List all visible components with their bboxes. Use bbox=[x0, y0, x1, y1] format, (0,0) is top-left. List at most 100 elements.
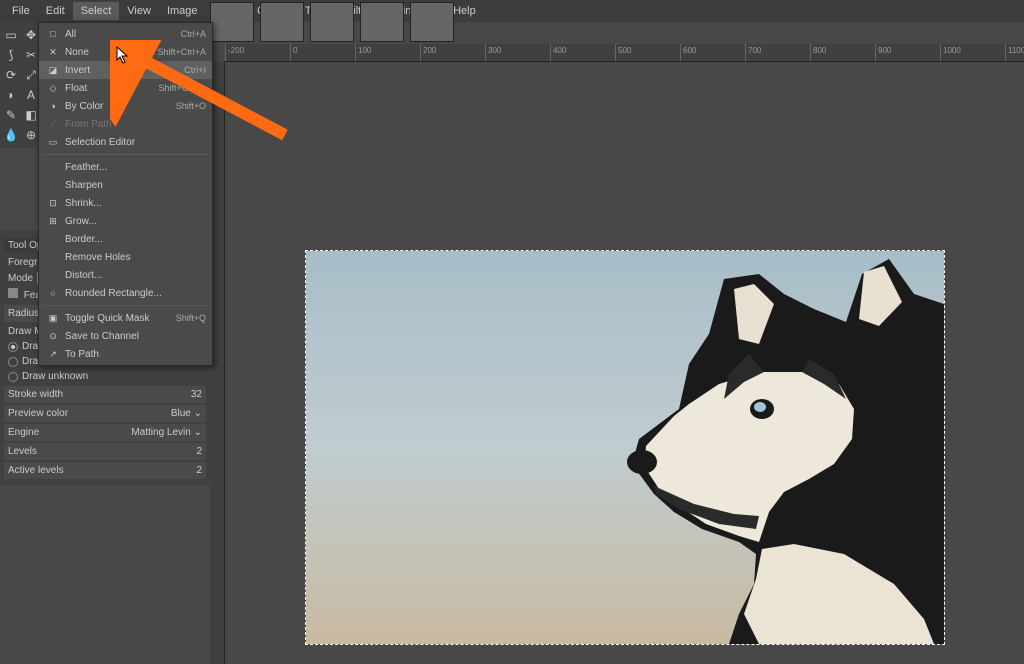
thumbnail-1[interactable] bbox=[210, 2, 254, 42]
menu-item-icon: ▭ bbox=[45, 135, 61, 149]
menu-item-label: Selection Editor bbox=[65, 137, 206, 148]
menu-item-label: Feather... bbox=[65, 162, 206, 173]
menu-item-sharpen[interactable]: Sharpen bbox=[39, 176, 212, 194]
menu-item-remove-holes[interactable]: Remove Holes bbox=[39, 248, 212, 266]
menu-view[interactable]: View bbox=[119, 2, 159, 20]
menu-item-icon: ↗ bbox=[45, 347, 61, 361]
menu-item-shortcut: Ctrl+A bbox=[181, 29, 206, 39]
menu-item-label: Border... bbox=[65, 234, 206, 245]
stroke-width-slider[interactable]: Stroke width 32 bbox=[4, 386, 206, 403]
ruler-tick: 700 bbox=[745, 44, 810, 61]
levels-slider[interactable]: Levels 2 bbox=[4, 443, 206, 460]
menu-item-shrink[interactable]: ⊡Shrink... bbox=[39, 194, 212, 212]
ruler-tick: 0 bbox=[290, 44, 355, 61]
menu-item-by-color[interactable]: ◑ By ColorShift+O bbox=[39, 97, 212, 115]
feather-checkbox[interactable] bbox=[8, 288, 18, 298]
menu-item-label: To Path bbox=[65, 349, 206, 360]
thumbnail-4[interactable] bbox=[360, 2, 404, 42]
draw-unknown-radio[interactable] bbox=[8, 372, 18, 382]
menu-item-icon: ⊞ bbox=[45, 214, 61, 228]
ruler-tick: 500 bbox=[615, 44, 680, 61]
menu-item-shortcut: Shift+Ctrl+L bbox=[158, 83, 206, 93]
paintbrush-tool[interactable]: ✎ bbox=[2, 106, 20, 124]
menu-item-label: Invert bbox=[65, 65, 184, 76]
menu-item-border[interactable]: Border... bbox=[39, 230, 212, 248]
menu-image[interactable]: Image bbox=[159, 2, 206, 20]
document-thumbnails bbox=[210, 0, 454, 44]
menu-item-label: Sharpen bbox=[65, 180, 206, 191]
menu-item-shortcut: Shift+Q bbox=[176, 313, 206, 323]
menubar: FileEditSelectViewImageLayerColorsToolsF… bbox=[0, 0, 1024, 22]
thumbnail-2[interactable] bbox=[260, 2, 304, 42]
menu-item-label: None bbox=[65, 47, 157, 58]
menu-item-shortcut: Ctrl+I bbox=[184, 65, 206, 75]
menu-edit[interactable]: Edit bbox=[38, 2, 73, 20]
menu-item-icon bbox=[45, 268, 61, 282]
ruler-tick: 1000 bbox=[940, 44, 1005, 61]
menu-item-icon bbox=[45, 160, 61, 174]
menu-item-icon: ⊙ bbox=[45, 329, 61, 343]
menu-item-label: Distort... bbox=[65, 270, 206, 281]
menu-item-icon: ○ bbox=[45, 286, 61, 300]
menu-item-all[interactable]: □ AllCtrl+A bbox=[39, 25, 212, 43]
menu-item-label: From Path bbox=[65, 119, 206, 130]
select-menu-dropdown: □ AllCtrl+A ✕ NoneShift+Ctrl+A ◪ InvertCtrl+I… bbox=[38, 22, 213, 366]
menu-item-icon: ◪ bbox=[45, 63, 61, 77]
menu-item-label: Shrink... bbox=[65, 198, 206, 209]
menu-item-label: By Color bbox=[65, 101, 176, 112]
thumbnail-3[interactable] bbox=[310, 2, 354, 42]
ruler-tick: 900 bbox=[875, 44, 940, 61]
menu-item-rounded-rectangle[interactable]: ○ Rounded Rectangle... bbox=[39, 284, 212, 302]
menu-item-save-to-channel[interactable]: ⊙Save to Channel bbox=[39, 327, 212, 345]
smudge-tool[interactable]: 💧 bbox=[2, 126, 20, 144]
menu-item-icon: ⟋ bbox=[45, 117, 61, 131]
menu-item-icon bbox=[45, 250, 61, 264]
mouse-cursor-icon bbox=[116, 46, 130, 64]
menu-item-selection-editor[interactable]: ▭ Selection Editor bbox=[39, 133, 212, 151]
ruler-tick: 600 bbox=[680, 44, 745, 61]
canvas-area[interactable] bbox=[225, 62, 1024, 664]
active-levels-slider[interactable]: Active levels 2 bbox=[4, 462, 206, 479]
ruler-tick: 1100 bbox=[1005, 44, 1024, 61]
menu-item-label: Toggle Quick Mask bbox=[65, 313, 176, 324]
draw-background-radio[interactable] bbox=[8, 357, 18, 367]
menu-item-label: All bbox=[65, 29, 181, 40]
ruler-tick: 400 bbox=[550, 44, 615, 61]
menu-item-from-path: ⟋ From Path bbox=[39, 115, 212, 133]
free-select-tool[interactable]: ⟆ bbox=[2, 46, 20, 64]
menu-item-icon: ▣ bbox=[45, 311, 61, 325]
menu-item-label: Remove Holes bbox=[65, 252, 206, 263]
preview-color-select[interactable]: Preview color Blue ⌄ bbox=[4, 405, 206, 422]
menu-file[interactable]: File bbox=[4, 2, 38, 20]
menu-select[interactable]: Select bbox=[73, 2, 120, 20]
ruler-tick: 800 bbox=[810, 44, 875, 61]
menu-item-feather[interactable]: Feather... bbox=[39, 158, 212, 176]
menu-item-to-path[interactable]: ↗ To Path bbox=[39, 345, 212, 363]
ruler-horizontal: -200010020030040050060070080090010001100 bbox=[225, 44, 1024, 62]
menu-item-toggle-quick-mask[interactable]: ▣ Toggle Quick MaskShift+Q bbox=[39, 309, 212, 327]
menu-item-label: Rounded Rectangle... bbox=[65, 288, 206, 299]
ruler-tick: -200 bbox=[225, 44, 290, 61]
bucket-tool[interactable]: ◗ bbox=[2, 86, 20, 104]
menu-item-shortcut: Shift+O bbox=[176, 101, 206, 111]
rotate-tool[interactable]: ⟳ bbox=[2, 66, 20, 84]
menu-separator bbox=[43, 154, 208, 155]
menu-item-grow[interactable]: ⊞Grow... bbox=[39, 212, 212, 230]
draw-foreground-radio[interactable] bbox=[8, 342, 18, 352]
ruler-tick: 100 bbox=[355, 44, 420, 61]
document-image[interactable] bbox=[305, 250, 945, 645]
mode-label: Mode bbox=[8, 273, 33, 284]
engine-select[interactable]: Engine Matting Levin ⌄ bbox=[4, 424, 206, 441]
toolbox: ▭ ✥ ⟆ ✂ ⟳ ⤢ ◗ A ✎ ◧ 💧 ⊕ bbox=[0, 22, 40, 148]
menu-item-icon bbox=[45, 178, 61, 192]
ruler-tick: 200 bbox=[420, 44, 485, 61]
menu-item-float[interactable]: ◇FloatShift+Ctrl+L bbox=[39, 79, 212, 97]
thumbnail-5[interactable] bbox=[410, 2, 454, 42]
menu-separator bbox=[43, 305, 208, 306]
menu-item-icon: ◑ bbox=[45, 99, 61, 113]
rect-select-tool[interactable]: ▭ bbox=[2, 26, 20, 44]
menu-item-shortcut: Shift+Ctrl+A bbox=[157, 47, 206, 57]
menu-item-icon: ✕ bbox=[45, 45, 61, 59]
menu-item-icon: □ bbox=[45, 27, 61, 41]
menu-item-distort[interactable]: Distort... bbox=[39, 266, 212, 284]
